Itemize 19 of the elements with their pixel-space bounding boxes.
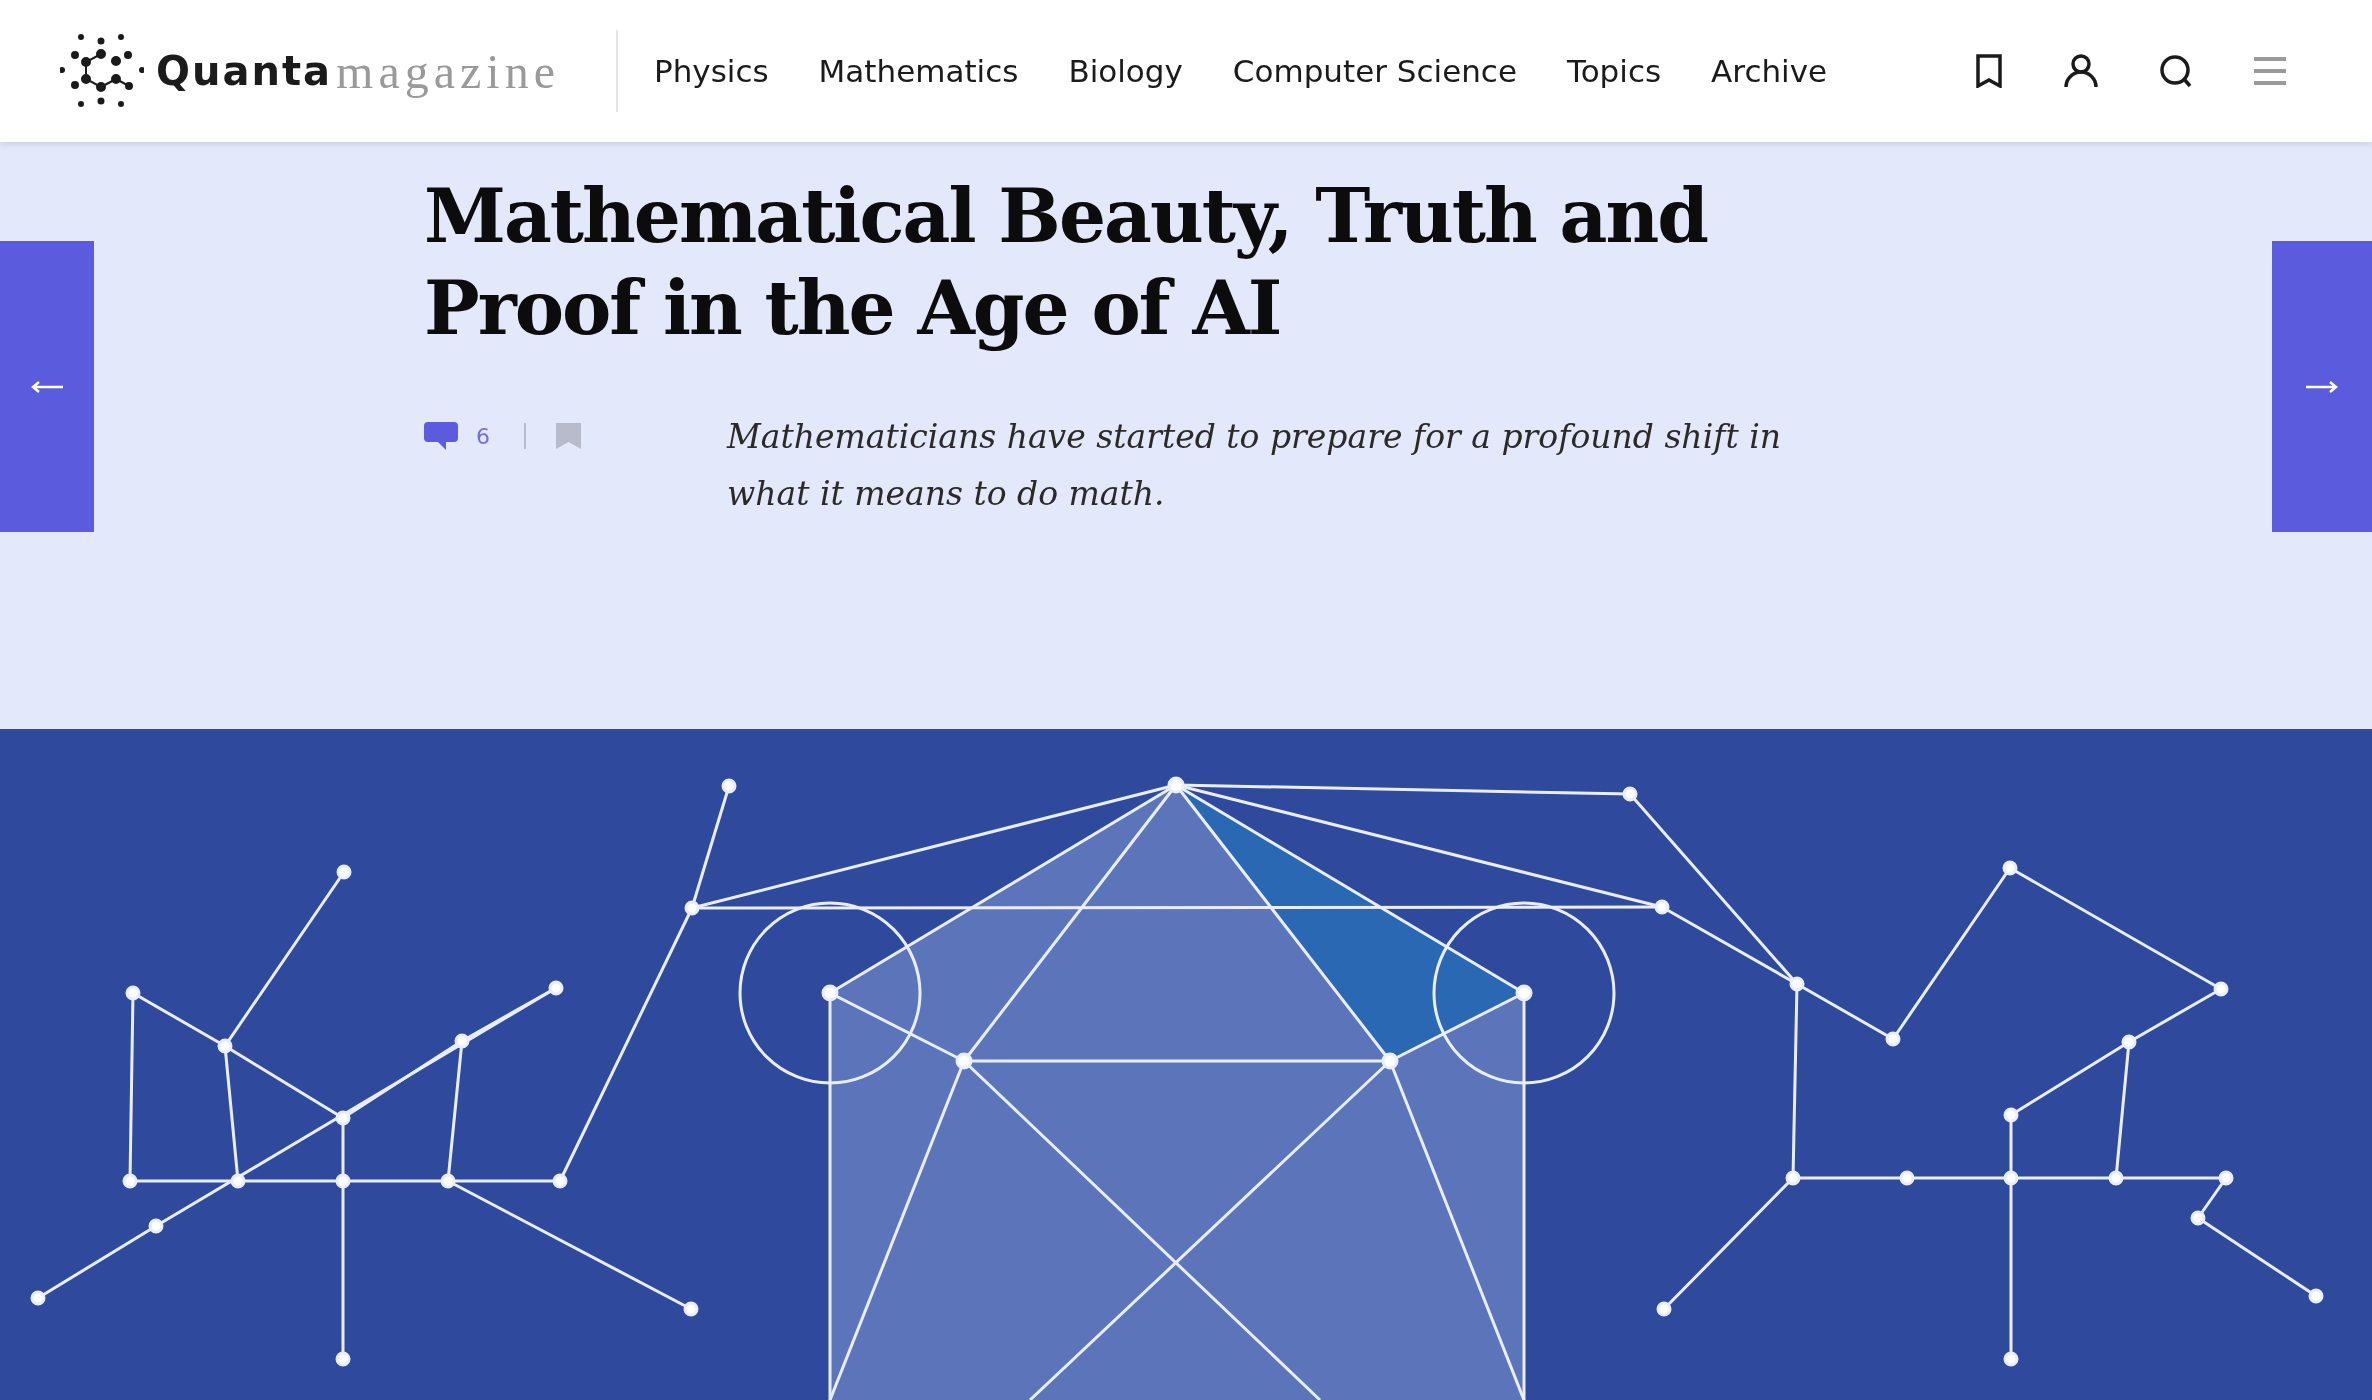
search-icon[interactable] (2160, 54, 2192, 88)
nav-link[interactable]: Topics (1567, 53, 1662, 89)
logo[interactable]: Quanta magazine (60, 34, 560, 108)
bookmark-icon[interactable] (1976, 54, 2002, 88)
comment-icon[interactable] (424, 421, 458, 451)
logo-wordmark: Quanta (156, 48, 333, 94)
left-arrow-icon (31, 380, 63, 393)
nav-link[interactable]: Biology (1068, 53, 1183, 89)
article-title: Mathematical Beauty, Truth and Proof in the Age of AI (424, 172, 1709, 353)
nav-link[interactable]: Archive (1711, 53, 1828, 89)
right-arrow-icon (2306, 380, 2338, 393)
user-icon[interactable] (2064, 54, 2098, 88)
nav-link[interactable]: Computer Science (1232, 53, 1517, 89)
molecule-icon (60, 34, 144, 108)
article-summary: Mathematicians have started to prepare for a profound shift in what it means to do math. (727, 416, 1782, 515)
logo-subtitle: magazine (336, 43, 560, 99)
nav-link[interactable]: Physics (653, 53, 769, 89)
nav-link[interactable]: Mathematics (818, 53, 1019, 89)
menu-icon[interactable] (2254, 57, 2286, 85)
